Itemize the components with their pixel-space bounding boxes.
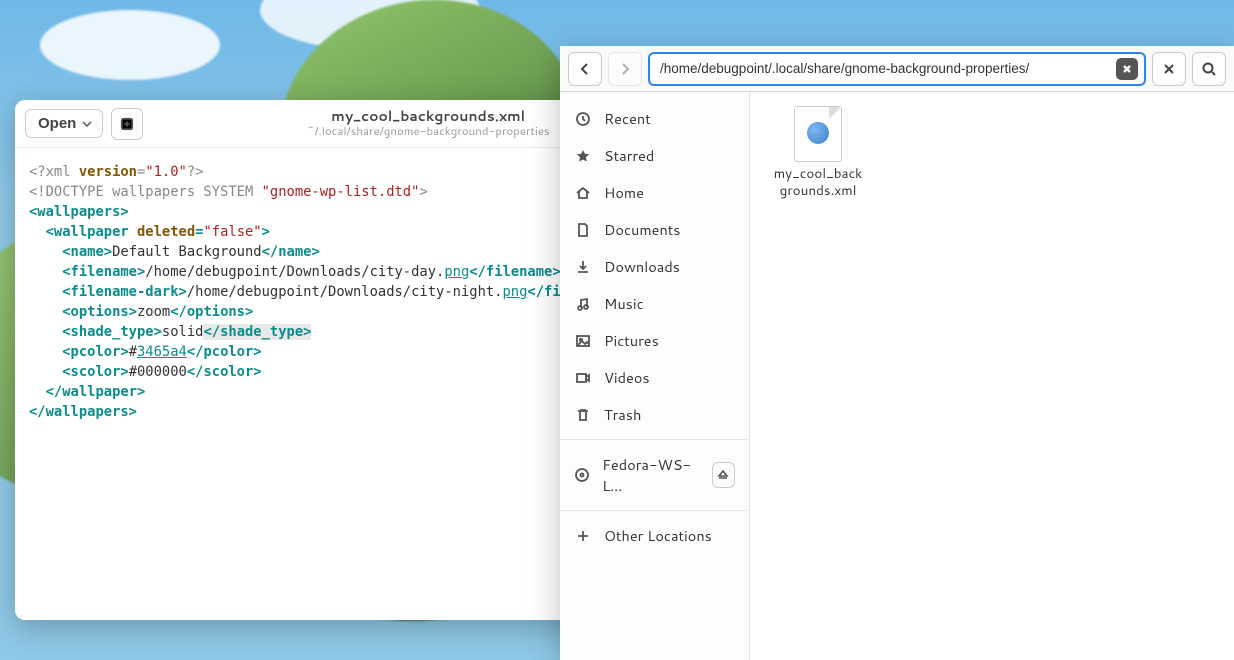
sidebar-item-music[interactable]: Music <box>560 285 749 322</box>
plus-icon <box>574 527 592 545</box>
sidebar-item-other-locations[interactable]: Other Locations <box>560 517 749 554</box>
bg-cloud <box>40 10 220 80</box>
trash-icon <box>574 406 592 424</box>
globe-icon <box>807 122 829 144</box>
home-icon <box>574 184 592 202</box>
download-icon <box>574 258 592 276</box>
close-location-button[interactable] <box>1152 52 1186 86</box>
back-button[interactable] <box>568 52 602 86</box>
new-tab-icon <box>120 117 134 131</box>
sidebar-item-label: Home <box>604 182 644 203</box>
chevron-left-icon <box>577 61 593 77</box>
xml-file-icon <box>794 106 842 162</box>
sidebar-item-downloads[interactable]: Downloads <box>560 248 749 285</box>
music-icon <box>574 295 592 313</box>
document-icon <box>574 221 592 239</box>
sidebar-separator <box>560 510 749 511</box>
sidebar-item-label: Pictures <box>604 330 659 351</box>
sidebar-item-pictures[interactable]: Pictures <box>560 322 749 359</box>
files-sidebar: Recent Starred Home Documents Downloads … <box>560 92 750 660</box>
forward-button <box>608 52 642 86</box>
file-label: my_cool_backgrounds.xml <box>770 166 866 200</box>
sidebar-item-mount[interactable]: Fedora-WS-L… <box>560 446 749 504</box>
files-header-bar <box>560 46 1234 92</box>
file-icon-view[interactable]: my_cool_backgrounds.xml <box>750 92 1234 660</box>
file-item[interactable]: my_cool_backgrounds.xml <box>770 106 866 200</box>
sidebar-item-label: Starred <box>604 145 654 166</box>
sidebar-item-documents[interactable]: Documents <box>560 211 749 248</box>
sidebar-item-label: Documents <box>604 219 680 240</box>
sidebar-item-label: Downloads <box>604 256 680 277</box>
sidebar-separator <box>560 439 749 440</box>
backspace-icon <box>1121 63 1133 75</box>
location-bar[interactable] <box>648 52 1146 86</box>
search-icon <box>1201 61 1217 77</box>
files-body: Recent Starred Home Documents Downloads … <box>560 92 1234 660</box>
eject-icon <box>717 469 729 481</box>
sidebar-item-label: Videos <box>604 367 650 388</box>
star-icon <box>574 147 592 165</box>
search-button[interactable] <box>1192 52 1226 86</box>
sidebar-item-label: Fedora-WS-L… <box>602 454 700 496</box>
new-tab-button[interactable] <box>111 108 143 140</box>
sidebar-item-label: Other Locations <box>604 525 712 546</box>
path-input[interactable] <box>660 61 1110 76</box>
file-manager-window: Recent Starred Home Documents Downloads … <box>560 46 1234 660</box>
open-button[interactable]: Open <box>25 109 103 138</box>
picture-icon <box>574 332 592 350</box>
sidebar-item-label: Trash <box>604 404 641 425</box>
sidebar-item-home[interactable]: Home <box>560 174 749 211</box>
sidebar-item-label: Music <box>604 293 644 314</box>
sidebar-item-videos[interactable]: Videos <box>560 359 749 396</box>
clock-icon <box>574 110 592 128</box>
video-icon <box>574 369 592 387</box>
open-button-label: Open <box>38 115 76 132</box>
eject-button[interactable] <box>712 462 735 488</box>
sidebar-item-trash[interactable]: Trash <box>560 396 749 433</box>
close-icon <box>1161 61 1177 77</box>
clear-path-button[interactable] <box>1116 58 1138 80</box>
chevron-right-icon <box>617 61 633 77</box>
disc-icon <box>574 466 590 484</box>
sidebar-item-label: Recent <box>604 108 651 129</box>
sidebar-item-recent[interactable]: Recent <box>560 100 749 137</box>
chevron-down-icon <box>82 119 92 129</box>
sidebar-item-starred[interactable]: Starred <box>560 137 749 174</box>
